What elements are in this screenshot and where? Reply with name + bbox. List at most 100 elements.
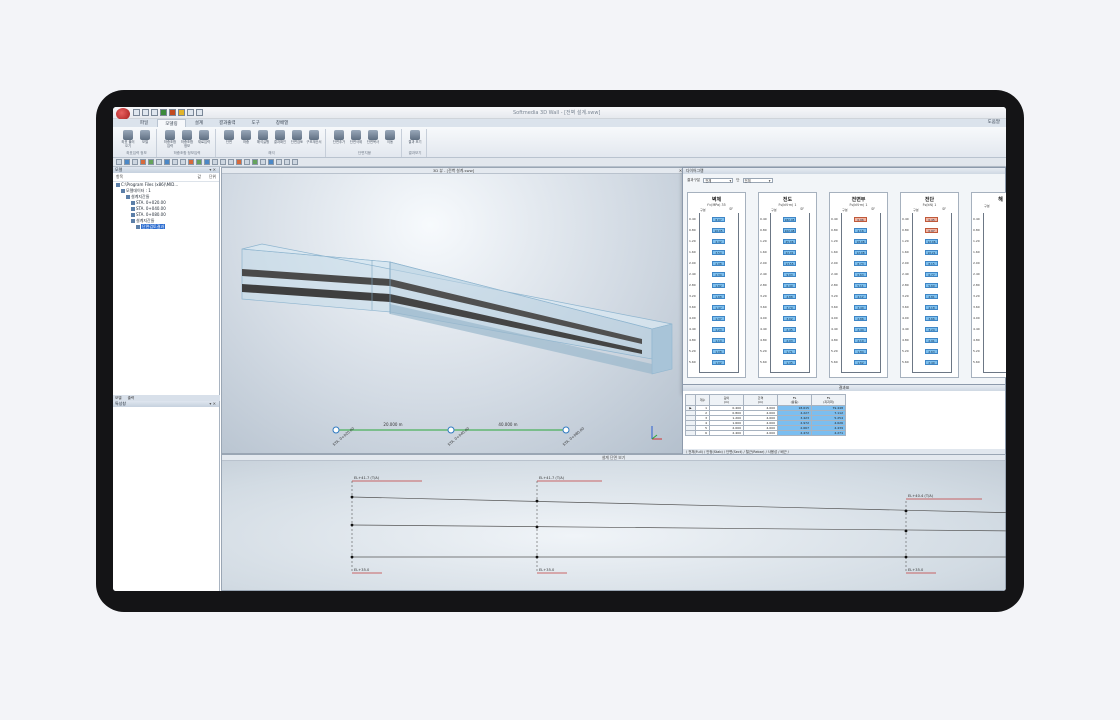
diagram-value-bar[interactable]: 1.23 bbox=[712, 327, 725, 332]
ribbon-button[interactable]: 단면추가 bbox=[331, 130, 347, 147]
ribbon-button[interactable]: 모델 bbox=[137, 130, 153, 147]
help-menu[interactable]: 도움말 bbox=[988, 119, 1000, 125]
diagram-value-bar[interactable]: 2.86 bbox=[854, 316, 867, 321]
ribbon-button[interactable]: 단면복사 bbox=[365, 130, 381, 147]
diagram-value-bar[interactable]: 10.05 bbox=[712, 228, 725, 233]
diagram-value-bar[interactable]: 1.47 bbox=[712, 305, 725, 310]
diagram-value-bar[interactable]: 1.68 bbox=[712, 294, 725, 299]
ribbon-tab-1[interactable]: 모델링 bbox=[157, 119, 186, 127]
diagram-value-bar[interactable]: 1.14 bbox=[712, 338, 725, 343]
3d-viewport[interactable]: 3D 뷰 - [전벽 설계.sww] ✕ 20.000 m 40.000 m S… bbox=[221, 167, 686, 454]
diagram-value-bar[interactable]: 13.55 bbox=[783, 261, 796, 266]
toolbar-icon[interactable] bbox=[124, 159, 130, 165]
folder-icon[interactable] bbox=[178, 109, 185, 116]
save-icon[interactable] bbox=[151, 109, 158, 116]
diagram-value-bar[interactable]: 4.42 bbox=[712, 239, 725, 244]
diagram-value-bar[interactable]: 6.77 bbox=[925, 272, 938, 277]
table-cell[interactable]: 2.400 bbox=[709, 430, 744, 436]
toolbar-icon[interactable] bbox=[204, 159, 210, 165]
diagram-value-bar[interactable]: 12.06 bbox=[925, 239, 938, 244]
print-icon[interactable] bbox=[169, 109, 176, 116]
table-cell[interactable]: 6 bbox=[695, 430, 710, 436]
diagram-value-bar[interactable]: 2.40 bbox=[925, 360, 938, 365]
diagram-value-bar[interactable]: 2.98 bbox=[712, 261, 725, 266]
redo-icon[interactable] bbox=[196, 109, 203, 116]
pin-icon[interactable]: ▾ ✕ bbox=[209, 401, 216, 407]
diagram-value-bar[interactable]: 2.44 bbox=[854, 327, 867, 332]
ribbon-button[interactable]: 재료입력 bbox=[196, 130, 212, 147]
open-file-icon[interactable] bbox=[142, 109, 149, 116]
toolbar-icon[interactable] bbox=[140, 159, 146, 165]
ribbon-button[interactable]: 결과확인 bbox=[272, 130, 288, 147]
pin-icon[interactable]: ▾ ✕ bbox=[209, 167, 216, 173]
toolbar-icon[interactable] bbox=[132, 159, 138, 165]
toolbar-icon[interactable] bbox=[156, 159, 162, 165]
tree-item[interactable]: 단면검토결과 bbox=[113, 224, 219, 230]
diagram-value-bar[interactable]: 9.03 bbox=[783, 272, 796, 277]
diagram-value-bar[interactable]: 6.49 bbox=[783, 283, 796, 288]
diagram-value-bar[interactable]: 1.71 bbox=[783, 349, 796, 354]
ribbon-button[interactable]: 구조계산서 bbox=[306, 130, 322, 147]
diagram-value-bar[interactable]: 2.03 bbox=[783, 338, 796, 343]
section-view-window[interactable]: 설계 단면 보기 EL+41.7 (T/A) EL+41.7 (T/A) EL+… bbox=[221, 454, 1006, 591]
diagram-value-bar[interactable]: 3.24 bbox=[925, 327, 938, 332]
diagram-value-bar[interactable]: 3.54 bbox=[712, 250, 725, 255]
excel-export-icon[interactable] bbox=[160, 109, 167, 116]
toolbar-icon[interactable] bbox=[268, 159, 274, 165]
table-cell[interactable]: 4.271 bbox=[811, 430, 846, 436]
diagram-value-bar[interactable]: 5.60 bbox=[925, 283, 938, 288]
diagram-value-bar[interactable]: 102.48 bbox=[783, 228, 796, 233]
toolbar-icon[interactable] bbox=[236, 159, 242, 165]
ribbon-tab-2[interactable]: 설계 bbox=[188, 119, 210, 127]
ribbon-button[interactable]: 해석실행 bbox=[255, 130, 271, 147]
ribbon-tab-4[interactable]: 도구 bbox=[245, 119, 267, 127]
diagram-value-bar[interactable]: 12.08 bbox=[854, 250, 867, 255]
toolbar-icon[interactable] bbox=[220, 159, 226, 165]
diagram-value-bar[interactable]: 0.45 bbox=[925, 217, 938, 222]
diagram-value-bar[interactable]: 4.81 bbox=[925, 294, 938, 299]
diagram-value-bar[interactable]: 4.16 bbox=[854, 228, 867, 233]
diagram-value-bar[interactable]: 0.97 bbox=[925, 228, 938, 233]
diagram-value-bar[interactable]: 2.91 bbox=[925, 338, 938, 343]
diagram-value-bar[interactable]: 3.02 bbox=[783, 316, 796, 321]
diagram-value-bar[interactable]: 4.88 bbox=[783, 294, 796, 299]
diagram-value-bar[interactable]: 10.21 bbox=[925, 250, 938, 255]
diagram-value-bar[interactable]: 4.18 bbox=[925, 305, 938, 310]
diagram-value-bar[interactable]: 2.10 bbox=[854, 338, 867, 343]
diagram-value-bar[interactable]: 1.37 bbox=[712, 316, 725, 321]
toolbar-icon[interactable] bbox=[228, 159, 234, 165]
ribbon-button[interactable]: 결과 보기 bbox=[407, 130, 423, 147]
diagram-value-bar[interactable]: 8.73 bbox=[854, 261, 867, 266]
toolbar-icon[interactable] bbox=[292, 159, 298, 165]
toolbar-icon[interactable] bbox=[196, 159, 202, 165]
filter-select-2[interactable]: 전체 bbox=[742, 178, 773, 183]
undo-icon[interactable] bbox=[187, 109, 194, 116]
diagram-value-bar[interactable]: 22.91 bbox=[783, 250, 796, 255]
diagram-value-bar[interactable]: 1.82 bbox=[712, 283, 725, 288]
diagram-value-bar[interactable]: 2.63 bbox=[925, 349, 938, 354]
toolbar-icon[interactable] bbox=[260, 159, 266, 165]
diagram-value-bar[interactable]: 1.45 bbox=[783, 360, 796, 365]
diagram-value-bar[interactable]: 8.07 bbox=[712, 217, 725, 222]
diagram-value-bar[interactable]: 0.96 bbox=[854, 217, 867, 222]
toolbar-icon[interactable] bbox=[244, 159, 250, 165]
ribbon-button[interactable]: 하중조합 정보 bbox=[179, 130, 195, 148]
toolbar-icon[interactable] bbox=[148, 159, 154, 165]
diagram-value-bar[interactable]: 45.06 bbox=[783, 239, 796, 244]
toolbar-icon[interactable] bbox=[284, 159, 290, 165]
wall-3d-model[interactable]: 20.000 m 40.000 m STA. 0+020.00 STA. 0+0… bbox=[222, 174, 687, 455]
diagram-value-bar[interactable]: 3.40 bbox=[854, 305, 867, 310]
diagram-value-bar[interactable]: 18.08 bbox=[854, 239, 867, 244]
diagram-value-bar[interactable]: 182.45 bbox=[783, 217, 796, 222]
diagram-value-bar[interactable]: 3.79 bbox=[783, 305, 796, 310]
ribbon-button[interactable]: 단면검토 bbox=[289, 130, 305, 147]
table-row[interactable]: 6 2.400 4.000 2.472 4.271 bbox=[685, 430, 846, 436]
diagram-value-bar[interactable]: 6.63 bbox=[854, 272, 867, 277]
diagram-value-bar[interactable]: 5.11 bbox=[854, 283, 867, 288]
toolbar-icon[interactable] bbox=[172, 159, 178, 165]
ribbon-tab-3[interactable]: 결과출력 bbox=[212, 119, 243, 127]
ribbon-button[interactable]: 좌표 불러오기 bbox=[120, 130, 136, 148]
toolbar-icon[interactable] bbox=[188, 159, 194, 165]
toolbar-icon[interactable] bbox=[116, 159, 122, 165]
filter-select-1[interactable]: 전체 bbox=[703, 178, 734, 183]
